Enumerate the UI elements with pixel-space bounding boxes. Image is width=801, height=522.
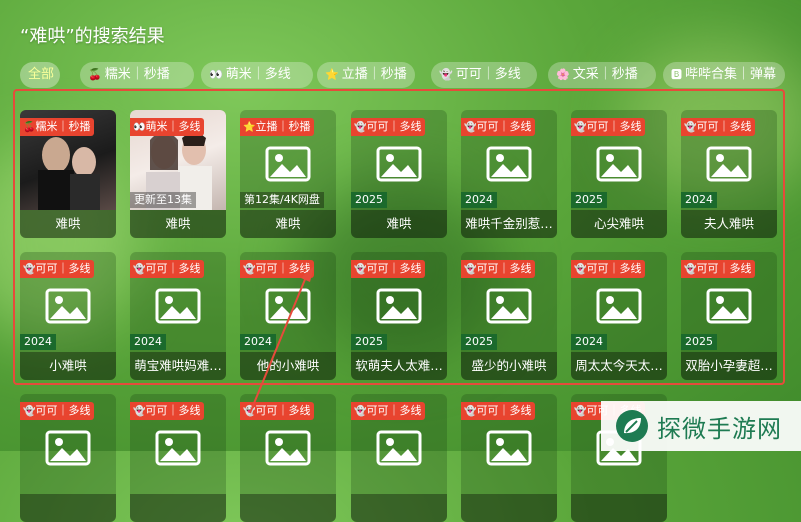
page-title: “难哄”的搜索结果 [20,26,165,47]
result-title [571,494,667,522]
result-title [130,494,226,522]
source-label: 可可｜多线 [476,404,532,417]
filter-tab-label: 文采｜秒播 [572,67,638,82]
source-label: 可可｜多线 [35,404,91,417]
filter-tab-label: 全部 [28,67,55,82]
source-badge: 👻可可｜多线 [461,402,536,420]
source-badge: 👻可可｜多线 [20,402,95,420]
filter-source-icon: 🅱 [671,68,682,81]
leaf-logo-icon [616,410,648,442]
selection-highlight-box [13,89,785,385]
source-badge: 👻可可｜多线 [130,402,205,420]
image-placeholder-icon [45,430,91,466]
result-title [20,494,116,522]
filter-source-icon: 👀 [209,68,223,81]
filter-tab-6[interactable]: 🅱 哔哔合集｜弹幕 [663,62,785,88]
filter-source-icon: ⭐ [325,68,339,81]
result-title [461,494,557,522]
watermark: 探微手游网 [601,401,801,451]
source-icon: 👻 [243,406,256,417]
result-card[interactable]: 👻可可｜多线 [130,394,226,522]
source-icon: 👻 [354,406,367,417]
source-icon: 👻 [23,406,36,417]
source-badge: 👻可可｜多线 [351,402,426,420]
filter-tab-label: 哔哔合集｜弹幕 [685,67,777,82]
filter-tab-4[interactable]: 👻 可可｜多线 [431,62,537,88]
filter-source-icon: 👻 [439,68,453,81]
result-title [351,494,447,522]
source-label: 可可｜多线 [145,404,201,417]
filter-source-icon: 🌸 [556,68,570,81]
image-placeholder-icon [376,430,422,466]
image-placeholder-icon [265,430,311,466]
source-icon: 👻 [464,406,477,417]
filter-tab-3[interactable]: ⭐ 立播｜秒播 [317,62,415,88]
filter-tab-0[interactable]: 全部 [20,62,60,88]
source-badge: 👻可可｜多线 [240,402,315,420]
filter-tab-2[interactable]: 👀 萌米｜多线 [201,62,313,88]
source-icon: 👻 [133,406,146,417]
image-placeholder-icon [155,430,201,466]
result-card[interactable]: 👻可可｜多线 [461,394,557,522]
image-placeholder-icon [486,430,532,466]
result-card[interactable]: 👻可可｜多线 [240,394,336,522]
filter-source-icon: 🍒 [88,68,102,81]
result-card[interactable]: 👻可可｜多线 [20,394,116,522]
filter-tab-1[interactable]: 🍒 糯米｜秒播 [80,62,194,88]
filter-tab-label: 立播｜秒播 [341,67,407,82]
watermark-text: 探微手游网 [657,414,782,443]
filter-tab-label: 萌米｜多线 [225,67,291,82]
filter-tab-label: 糯米｜秒播 [104,67,170,82]
source-label: 可可｜多线 [255,404,311,417]
filter-tab-5[interactable]: 🌸 文采｜秒播 [548,62,656,88]
source-icon: 👻 [574,406,587,417]
result-title [240,494,336,522]
result-card[interactable]: 👻可可｜多线 [351,394,447,522]
filter-tab-label: 可可｜多线 [455,67,521,82]
source-label: 可可｜多线 [366,404,422,417]
